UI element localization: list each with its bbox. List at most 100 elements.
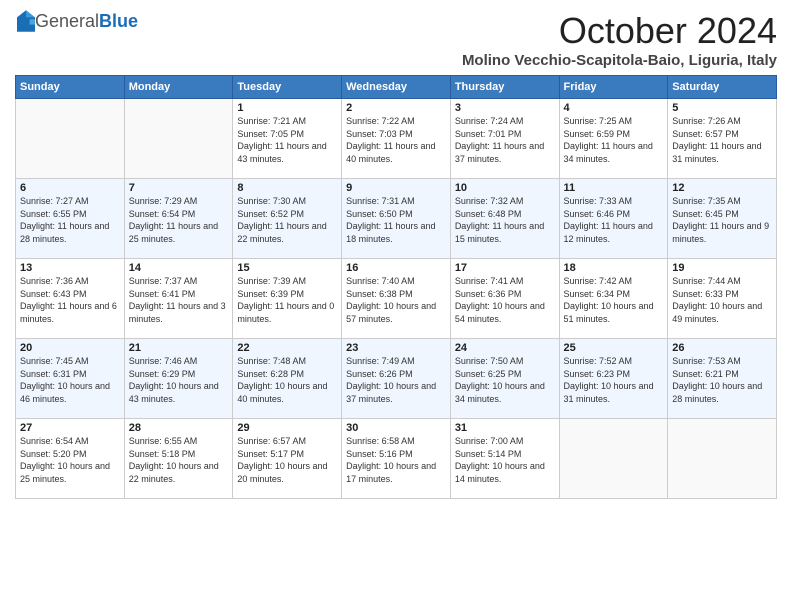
day-number: 11 — [564, 182, 664, 194]
day-info: Sunrise: 7:44 AM Sunset: 6:33 PM Dayligh… — [672, 275, 772, 325]
day-info: Sunrise: 6:57 AM Sunset: 5:17 PM Dayligh… — [237, 435, 337, 485]
day-number: 16 — [346, 262, 446, 274]
day-cell — [668, 419, 777, 499]
day-info: Sunrise: 7:25 AM Sunset: 6:59 PM Dayligh… — [564, 115, 664, 165]
day-number: 27 — [20, 422, 120, 434]
day-cell — [16, 99, 125, 179]
day-cell: 6Sunrise: 7:27 AM Sunset: 6:55 PM Daylig… — [16, 179, 125, 259]
day-cell: 7Sunrise: 7:29 AM Sunset: 6:54 PM Daylig… — [124, 179, 233, 259]
day-cell: 24Sunrise: 7:50 AM Sunset: 6:25 PM Dayli… — [450, 339, 559, 419]
day-number: 26 — [672, 342, 772, 354]
day-info: Sunrise: 7:33 AM Sunset: 6:46 PM Dayligh… — [564, 195, 664, 245]
day-cell: 19Sunrise: 7:44 AM Sunset: 6:33 PM Dayli… — [668, 259, 777, 339]
day-number: 1 — [237, 102, 337, 114]
day-number: 18 — [564, 262, 664, 274]
logo-icon — [17, 10, 35, 32]
col-header-sunday: Sunday — [16, 76, 125, 99]
day-cell: 29Sunrise: 6:57 AM Sunset: 5:17 PM Dayli… — [233, 419, 342, 499]
header-row: SundayMondayTuesdayWednesdayThursdayFrid… — [16, 76, 777, 99]
logo: GeneralBlue — [15, 10, 138, 32]
day-number: 22 — [237, 342, 337, 354]
day-cell: 21Sunrise: 7:46 AM Sunset: 6:29 PM Dayli… — [124, 339, 233, 419]
location-title: Molino Vecchio-Scapitola-Baio, Liguria, … — [462, 52, 777, 69]
day-cell: 22Sunrise: 7:48 AM Sunset: 6:28 PM Dayli… — [233, 339, 342, 419]
day-number: 5 — [672, 102, 772, 114]
week-row-4: 20Sunrise: 7:45 AM Sunset: 6:31 PM Dayli… — [16, 339, 777, 419]
day-cell: 20Sunrise: 7:45 AM Sunset: 6:31 PM Dayli… — [16, 339, 125, 419]
day-number: 29 — [237, 422, 337, 434]
week-row-2: 6Sunrise: 7:27 AM Sunset: 6:55 PM Daylig… — [16, 179, 777, 259]
day-number: 3 — [455, 102, 555, 114]
page: GeneralBlue October 2024 Molino Vecchio-… — [0, 0, 792, 612]
day-number: 2 — [346, 102, 446, 114]
header: GeneralBlue October 2024 Molino Vecchio-… — [15, 10, 777, 69]
day-info: Sunrise: 7:29 AM Sunset: 6:54 PM Dayligh… — [129, 195, 229, 245]
day-number: 20 — [20, 342, 120, 354]
day-cell: 14Sunrise: 7:37 AM Sunset: 6:41 PM Dayli… — [124, 259, 233, 339]
day-number: 25 — [564, 342, 664, 354]
day-number: 10 — [455, 182, 555, 194]
day-cell: 31Sunrise: 7:00 AM Sunset: 5:14 PM Dayli… — [450, 419, 559, 499]
logo-text: GeneralBlue — [35, 11, 138, 32]
day-cell: 30Sunrise: 6:58 AM Sunset: 5:16 PM Dayli… — [342, 419, 451, 499]
week-row-1: 1Sunrise: 7:21 AM Sunset: 7:05 PM Daylig… — [16, 99, 777, 179]
day-info: Sunrise: 7:26 AM Sunset: 6:57 PM Dayligh… — [672, 115, 772, 165]
day-info: Sunrise: 7:24 AM Sunset: 7:01 PM Dayligh… — [455, 115, 555, 165]
day-cell: 26Sunrise: 7:53 AM Sunset: 6:21 PM Dayli… — [668, 339, 777, 419]
day-info: Sunrise: 7:45 AM Sunset: 6:31 PM Dayligh… — [20, 355, 120, 405]
day-info: Sunrise: 7:53 AM Sunset: 6:21 PM Dayligh… — [672, 355, 772, 405]
day-number: 14 — [129, 262, 229, 274]
day-info: Sunrise: 7:21 AM Sunset: 7:05 PM Dayligh… — [237, 115, 337, 165]
day-info: Sunrise: 7:27 AM Sunset: 6:55 PM Dayligh… — [20, 195, 120, 245]
day-number: 9 — [346, 182, 446, 194]
day-number: 17 — [455, 262, 555, 274]
day-info: Sunrise: 7:36 AM Sunset: 6:43 PM Dayligh… — [20, 275, 120, 325]
day-info: Sunrise: 7:48 AM Sunset: 6:28 PM Dayligh… — [237, 355, 337, 405]
day-cell: 4Sunrise: 7:25 AM Sunset: 6:59 PM Daylig… — [559, 99, 668, 179]
day-cell: 5Sunrise: 7:26 AM Sunset: 6:57 PM Daylig… — [668, 99, 777, 179]
day-info: Sunrise: 7:30 AM Sunset: 6:52 PM Dayligh… — [237, 195, 337, 245]
day-info: Sunrise: 7:37 AM Sunset: 6:41 PM Dayligh… — [129, 275, 229, 325]
day-number: 7 — [129, 182, 229, 194]
col-header-thursday: Thursday — [450, 76, 559, 99]
day-number: 13 — [20, 262, 120, 274]
day-cell: 15Sunrise: 7:39 AM Sunset: 6:39 PM Dayli… — [233, 259, 342, 339]
day-info: Sunrise: 7:46 AM Sunset: 6:29 PM Dayligh… — [129, 355, 229, 405]
day-number: 23 — [346, 342, 446, 354]
day-cell — [124, 99, 233, 179]
day-info: Sunrise: 7:50 AM Sunset: 6:25 PM Dayligh… — [455, 355, 555, 405]
day-number: 21 — [129, 342, 229, 354]
day-cell: 23Sunrise: 7:49 AM Sunset: 6:26 PM Dayli… — [342, 339, 451, 419]
day-cell: 16Sunrise: 7:40 AM Sunset: 6:38 PM Dayli… — [342, 259, 451, 339]
month-title: October 2024 — [462, 10, 777, 52]
day-info: Sunrise: 7:40 AM Sunset: 6:38 PM Dayligh… — [346, 275, 446, 325]
day-cell: 1Sunrise: 7:21 AM Sunset: 7:05 PM Daylig… — [233, 99, 342, 179]
col-header-friday: Friday — [559, 76, 668, 99]
day-number: 4 — [564, 102, 664, 114]
day-cell: 10Sunrise: 7:32 AM Sunset: 6:48 PM Dayli… — [450, 179, 559, 259]
day-cell: 2Sunrise: 7:22 AM Sunset: 7:03 PM Daylig… — [342, 99, 451, 179]
day-number: 30 — [346, 422, 446, 434]
col-header-saturday: Saturday — [668, 76, 777, 99]
day-number: 6 — [20, 182, 120, 194]
day-info: Sunrise: 7:22 AM Sunset: 7:03 PM Dayligh… — [346, 115, 446, 165]
day-info: Sunrise: 7:00 AM Sunset: 5:14 PM Dayligh… — [455, 435, 555, 485]
day-cell: 11Sunrise: 7:33 AM Sunset: 6:46 PM Dayli… — [559, 179, 668, 259]
day-cell: 25Sunrise: 7:52 AM Sunset: 6:23 PM Dayli… — [559, 339, 668, 419]
col-header-tuesday: Tuesday — [233, 76, 342, 99]
day-cell: 8Sunrise: 7:30 AM Sunset: 6:52 PM Daylig… — [233, 179, 342, 259]
day-cell — [559, 419, 668, 499]
day-cell: 12Sunrise: 7:35 AM Sunset: 6:45 PM Dayli… — [668, 179, 777, 259]
day-info: Sunrise: 7:31 AM Sunset: 6:50 PM Dayligh… — [346, 195, 446, 245]
day-number: 19 — [672, 262, 772, 274]
day-info: Sunrise: 7:52 AM Sunset: 6:23 PM Dayligh… — [564, 355, 664, 405]
day-cell: 28Sunrise: 6:55 AM Sunset: 5:18 PM Dayli… — [124, 419, 233, 499]
day-info: Sunrise: 6:54 AM Sunset: 5:20 PM Dayligh… — [20, 435, 120, 485]
day-cell: 13Sunrise: 7:36 AM Sunset: 6:43 PM Dayli… — [16, 259, 125, 339]
col-header-wednesday: Wednesday — [342, 76, 451, 99]
day-info: Sunrise: 6:58 AM Sunset: 5:16 PM Dayligh… — [346, 435, 446, 485]
day-number: 31 — [455, 422, 555, 434]
day-cell: 17Sunrise: 7:41 AM Sunset: 6:36 PM Dayli… — [450, 259, 559, 339]
day-info: Sunrise: 7:35 AM Sunset: 6:45 PM Dayligh… — [672, 195, 772, 245]
day-cell: 27Sunrise: 6:54 AM Sunset: 5:20 PM Dayli… — [16, 419, 125, 499]
